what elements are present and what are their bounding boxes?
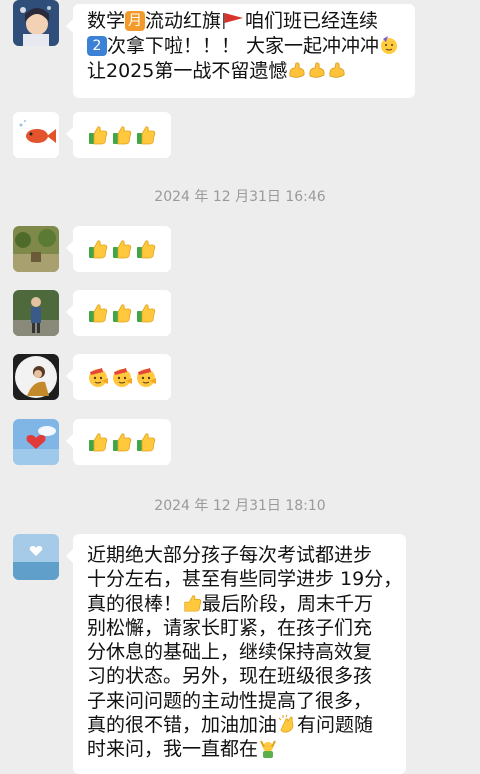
emoji-group — [87, 120, 157, 150]
anime-girl-avatar[interactable] — [13, 0, 59, 46]
thumbs-up-icon — [135, 124, 157, 146]
salute-face-icon — [135, 366, 157, 388]
person-raising-hands-icon — [258, 738, 278, 759]
muscle-icon — [287, 60, 307, 80]
muscle-icon — [327, 60, 347, 80]
message-text: 流动红旗 — [145, 10, 222, 32]
message-bubble[interactable] — [66, 226, 171, 272]
number-badge: 2 — [87, 36, 107, 56]
garden-avatar[interactable] — [13, 226, 59, 272]
message-text: 十分左右，甚至有些同学进步 19分， — [87, 568, 403, 591]
salute-face-icon — [111, 366, 133, 388]
message-text: 近期绝大部分孩子每次考试都进步 — [87, 544, 373, 566]
timestamp: 2024 年 12 月31日 16:46 — [154, 189, 326, 205]
thumbs-up-icon — [135, 431, 157, 453]
message-bubble[interactable] — [66, 112, 171, 158]
woman-profile-avatar[interactable] — [13, 354, 59, 400]
thumbs-up-icon — [111, 238, 133, 260]
emoji-group — [87, 298, 157, 328]
emoji-group — [87, 362, 157, 392]
message-text: 真的很棒！ — [87, 592, 183, 615]
thumbs-up-icon — [87, 238, 109, 260]
message-text: 次拿下啦！！！ 大家一起冲冲冲 — [107, 35, 380, 57]
emoji-group — [87, 234, 157, 264]
message-text: 分休息的基础上，继续保持高效复 — [87, 641, 373, 664]
message-text: 咱们班已经连续 — [245, 10, 379, 32]
fish-avatar[interactable] — [13, 112, 59, 158]
thumbs-up-icon — [135, 302, 157, 324]
message-text: 有问题随 — [297, 714, 374, 737]
salute-face-icon — [87, 366, 109, 388]
message-text: 真的很不错，加油加油 — [87, 714, 278, 737]
thumbs-up-icon — [135, 238, 157, 260]
message-text: 让2025第一战不留遗憾 — [87, 60, 288, 82]
thumbs-up-icon — [111, 124, 133, 146]
clapping-hands-icon — [277, 714, 297, 734]
thumbs-up-icon — [182, 593, 202, 613]
party-face-icon — [379, 35, 399, 55]
message-text: 数学 — [87, 10, 126, 32]
message-text: 最后阶段，周末千万 — [202, 592, 374, 615]
message-text: 子来问问题的主动性提高了很多， — [87, 689, 373, 712]
message-text: 别松懈，请家长盯紧，在孩子们充 — [87, 616, 373, 639]
month-badge: 月 — [125, 11, 146, 31]
message-bubble[interactable]: 数学月流动红旗 咱们班已经连续 2 次拿下啦！！！ 大家一起冲冲冲 让2025第一… — [66, 4, 415, 98]
message-bubble[interactable] — [66, 354, 171, 400]
muscle-icon — [307, 60, 327, 80]
message-text: 习的状态。另外，现在班级很多孩 — [87, 665, 373, 688]
heart-sky-avatar[interactable] — [13, 419, 59, 465]
message-bubble[interactable] — [66, 290, 171, 336]
person-street-avatar[interactable] — [13, 290, 59, 336]
emoji-group — [87, 427, 157, 457]
heart-sea-avatar[interactable] — [13, 534, 59, 580]
thumbs-up-icon — [87, 431, 109, 453]
thumbs-up-icon — [111, 302, 133, 324]
thumbs-up-icon — [111, 431, 133, 453]
timestamp: 2024 年 12 月31日 18:10 — [154, 498, 326, 514]
message-text: 时来问，我一直都在 — [87, 738, 259, 761]
thumbs-up-icon — [87, 124, 109, 146]
message-bubble[interactable] — [66, 419, 171, 465]
message-bubble[interactable]: 近期绝大部分孩子每次考试都进步 十分左右，甚至有些同学进步 19分， 真的很棒！… — [66, 534, 406, 774]
thumbs-up-icon — [87, 302, 109, 324]
red-flag-icon — [221, 10, 245, 30]
